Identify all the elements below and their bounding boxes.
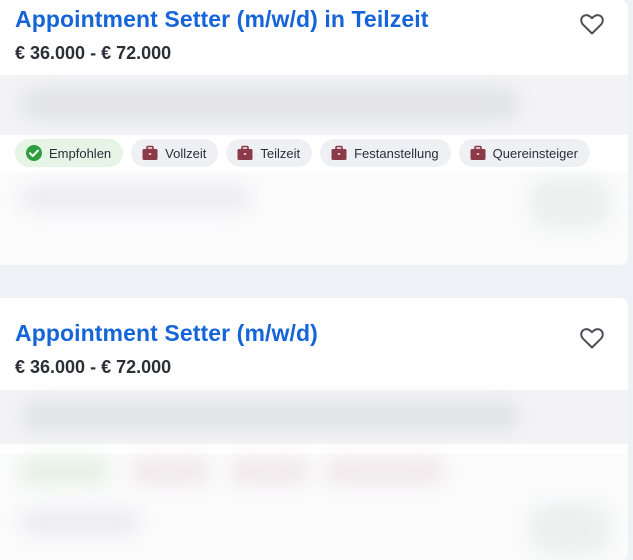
heart-icon[interactable] <box>579 12 605 36</box>
job-card[interactable]: Appointment Setter (m/w/d) € 36.000 - € … <box>0 298 628 560</box>
tag-label: Vollzeit <box>165 145 207 161</box>
tag-label: Quereinsteiger <box>492 145 578 161</box>
job-card[interactable]: Appointment Setter (m/w/d) in Teilzeit €… <box>0 0 628 265</box>
salary-range: € 36.000 - € 72.000 <box>15 43 172 63</box>
tag-employment-type: Teilzeit <box>226 139 313 167</box>
tag-employment-type: Festanstellung <box>320 139 451 167</box>
tag-label: Festanstellung <box>354 145 439 161</box>
job-title-link[interactable]: Appointment Setter (m/w/d) <box>15 320 318 347</box>
tag-recommended: Empfohlen <box>15 139 124 167</box>
tag-label: Empfohlen <box>49 145 112 161</box>
briefcase-icon <box>142 145 158 160</box>
check-circle-icon <box>26 145 42 161</box>
briefcase-icon <box>470 145 486 160</box>
tag-employment-type: Vollzeit <box>131 139 219 167</box>
salary-range: € 36.000 - € 72.000 <box>15 357 172 377</box>
blurred-description <box>0 75 628 135</box>
blurred-tags <box>0 454 628 560</box>
blurred-description <box>0 390 628 444</box>
blurred-details <box>0 172 628 265</box>
tag-employment-type: Quereinsteiger <box>458 139 590 167</box>
heart-icon[interactable] <box>579 326 605 350</box>
tag-label: Teilzeit <box>260 145 301 161</box>
briefcase-icon <box>331 145 347 160</box>
briefcase-icon <box>237 145 253 160</box>
job-tags: Empfohlen Vollzeit Teilzeit Festanstellu… <box>15 139 590 167</box>
job-title-link[interactable]: Appointment Setter (m/w/d) in Teilzeit <box>15 6 429 33</box>
